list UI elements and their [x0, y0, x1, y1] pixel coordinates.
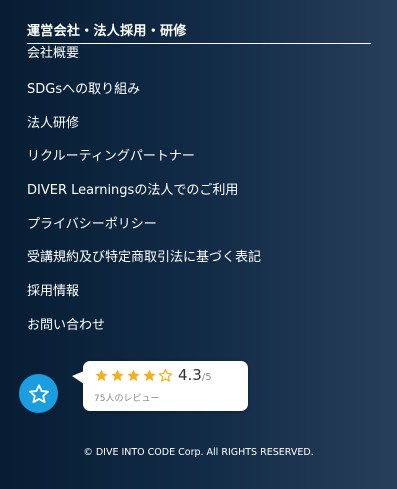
review-count: 75人のレビュー — [94, 394, 160, 404]
rating-score-value: 4.3 — [178, 366, 202, 384]
menu-link-sdgs[interactable]: SDGsへの取り組み — [27, 80, 261, 114]
menu-link-privacy-policy[interactable]: プライバシーポリシー — [27, 215, 261, 249]
star-full-icon — [143, 369, 156, 382]
rating-max: /5 — [201, 372, 212, 383]
menu-link-recruiting-partner[interactable]: リクルーティングパートナー — [27, 147, 261, 181]
footer-menu: 会社概要 SDGsへの取り組み 法人研修 リクルーティングパートナー DIVER… — [27, 44, 261, 350]
star-full-icon — [111, 369, 124, 382]
menu-link-corporate-usage[interactable]: DIVER Learningsの法人でのご利用 — [27, 181, 261, 215]
review-card[interactable]: 4.3/5 75人のレビュー — [72, 361, 248, 411]
star-full-icon — [95, 369, 108, 382]
menu-link-terms[interactable]: 受講規約及び特定商取引法に基づく表記 — [27, 248, 261, 282]
star-full-icon — [127, 369, 140, 382]
star-outline-icon — [158, 368, 173, 382]
star-outline-icon — [28, 383, 49, 403]
menu-link-careers[interactable]: 採用情報 — [27, 282, 261, 316]
rating-score: 4.3/5 — [178, 366, 212, 384]
menu-link-contact[interactable]: お問い合わせ — [27, 316, 261, 350]
menu-link-company[interactable]: 会社概要 — [27, 44, 261, 80]
section-title: 運営会社・法人採用・研修 — [27, 24, 187, 39]
review-badge-button[interactable] — [19, 374, 58, 413]
menu-link-corporate-training[interactable]: 法人研修 — [27, 114, 261, 148]
star-rating — [94, 368, 173, 383]
copyright-text: © DIVE INTO CODE Corp. All RIGHTS RESERV… — [83, 447, 314, 458]
